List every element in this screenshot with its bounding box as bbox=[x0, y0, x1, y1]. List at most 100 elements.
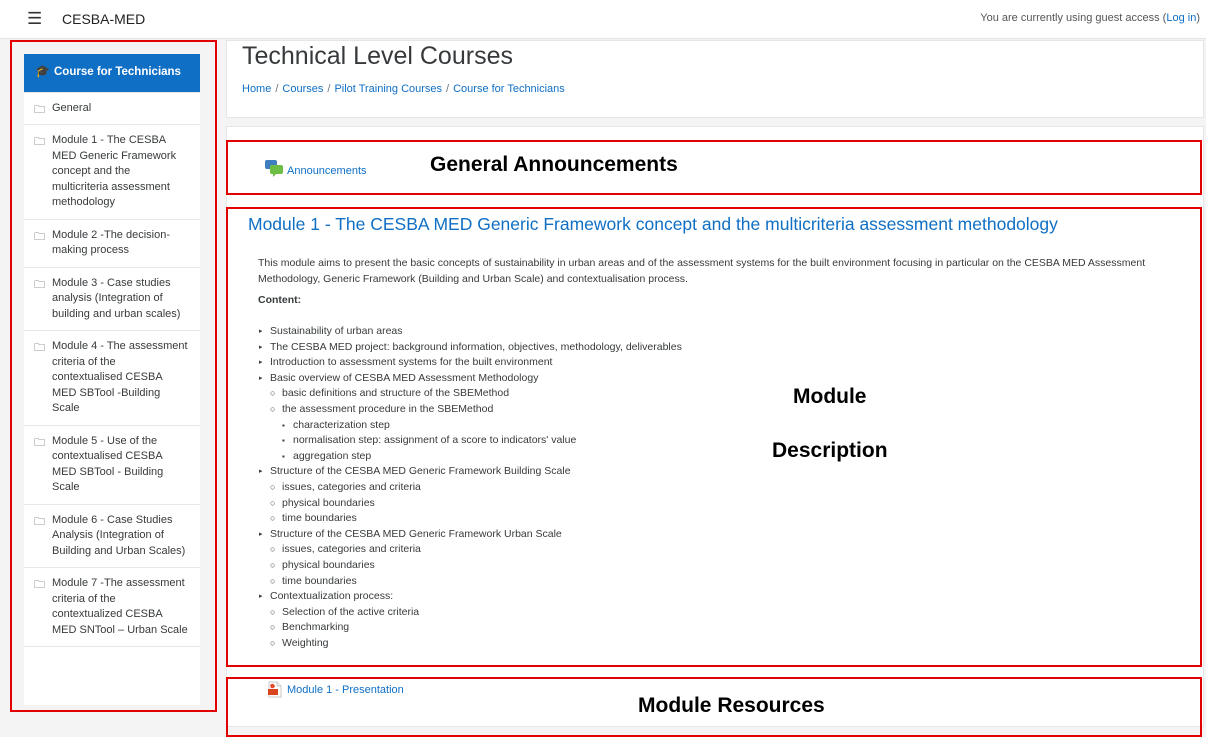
content-list-item-text: normalisation step: assignment of a scor… bbox=[293, 434, 577, 447]
module-intro: This module aims to present the basic co… bbox=[258, 257, 1146, 285]
breadcrumb: Home / Courses / Pilot Training Courses / Cour… bbox=[242, 83, 565, 95]
folder-icon: 🗀 bbox=[34, 277, 45, 291]
bullet-icon: ○ bbox=[270, 388, 276, 399]
bullet-icon: ○ bbox=[270, 544, 276, 555]
breadcrumb-home[interactable]: Home bbox=[242, 83, 271, 95]
content-list-item-text: basic definitions and structure of the S… bbox=[282, 387, 510, 400]
annotation-module-resources: Module Resources bbox=[638, 694, 825, 717]
breadcrumb-pilot-training-courses[interactable]: Pilot Training Courses bbox=[334, 83, 442, 95]
annotation-module: Module bbox=[793, 385, 867, 408]
bullet-icon: ○ bbox=[270, 606, 276, 617]
content-list-item: ○ the assessment procedure in the SBEMeth… bbox=[258, 402, 682, 418]
guest-access-text: You are currently using guest access ( bbox=[980, 12, 1167, 24]
course-navigation-drawer: 🎓 Course for Technicians 🗀 General 🗀 Module… bbox=[24, 54, 200, 705]
bullet-icon: ▸ bbox=[259, 359, 263, 367]
drawer-item-1[interactable]: 🗀 Module 1 - The CESBA MED Generic Framew… bbox=[24, 125, 200, 220]
content-list-item: ▸ Contextualization process: bbox=[258, 589, 682, 605]
folder-icon: 🗀 bbox=[34, 578, 45, 591]
content-label: Content: bbox=[258, 294, 302, 306]
folder-icon: 🗀 bbox=[34, 135, 45, 148]
drawer-item-0[interactable]: 🗀 General bbox=[24, 93, 200, 125]
bullet-icon: ○ bbox=[270, 637, 276, 648]
content-list-item: ▪ normalisation step: assignment of a sco… bbox=[258, 433, 682, 449]
drawer-item-2[interactable]: 🗀 Module 2 -The decision-making process bbox=[24, 220, 200, 268]
bullet-icon: ▸ bbox=[259, 530, 263, 538]
folder-icon: 🗀 bbox=[34, 514, 45, 528]
forum-icon bbox=[265, 160, 283, 177]
bullet-icon: ▪ bbox=[282, 451, 285, 461]
content-list-item: ▸ Structure of the CESBA MED Generic Fram… bbox=[258, 464, 682, 480]
breadcrumb-course-for-technicians[interactable]: Course for Technicians bbox=[453, 83, 565, 95]
drawer-item-label: Module 2 -The decision-making process bbox=[52, 228, 171, 257]
content-list-item-text: The CESBA MED project: background inform… bbox=[270, 340, 682, 353]
login-link[interactable]: Log in bbox=[1166, 12, 1196, 24]
breadcrumb-separator: / bbox=[327, 83, 331, 95]
folder-icon: 🗀 bbox=[34, 341, 45, 354]
drawer-item-5[interactable]: 🗀 Module 5 - Use of the contextualised CE… bbox=[24, 426, 200, 505]
folder-icon: 🗀 bbox=[34, 229, 45, 243]
content-list-item: ○ physical boundaries bbox=[258, 558, 682, 574]
content-list-item: ○ time boundaries bbox=[258, 511, 682, 527]
announcements-link[interactable]: Announcements bbox=[287, 165, 367, 177]
bullet-icon: ○ bbox=[270, 481, 276, 492]
content-list-item-text: Selection of the active criteria bbox=[282, 605, 420, 618]
presentation-link[interactable]: Module 1 - Presentation bbox=[287, 684, 404, 696]
site-name[interactable]: CESBA-MED bbox=[62, 11, 145, 27]
folder-icon: 🗀 bbox=[34, 102, 45, 116]
drawer-item-label: Course for Technicians bbox=[54, 66, 181, 78]
content-list-item-text: Structure of the CESBA MED Generic Frame… bbox=[270, 465, 571, 478]
drawer-item-3[interactable]: 🗀 Module 3 - Case studies analysis (Integ… bbox=[24, 268, 200, 331]
drawer-item-label: Module 3 - Case studies analysis (Integr… bbox=[52, 276, 181, 320]
breadcrumb-separator: / bbox=[446, 83, 450, 95]
drawer-item-4[interactable]: 🗀 Module 4 - The assessment criteria of t… bbox=[24, 331, 200, 426]
bullet-icon: ○ bbox=[270, 497, 276, 508]
content-list-item-text: characterization step bbox=[293, 418, 390, 431]
drawer-item-label: General bbox=[52, 101, 92, 114]
content-list-item: ▸ Basic overview of CESBA MED Assessment … bbox=[258, 371, 682, 387]
content-list-item: ○ Benchmarking bbox=[258, 620, 682, 636]
hamburger-menu-icon[interactable]: ☰ bbox=[27, 9, 42, 29]
drawer-item-course-for-technicians[interactable]: 🎓 Course for Technicians bbox=[24, 54, 200, 93]
content-list-item-text: the assessment procedure in the SBEMetho… bbox=[282, 402, 494, 415]
content-list-item-text: time boundaries bbox=[282, 574, 357, 587]
page-title: Technical Level Courses bbox=[242, 42, 513, 70]
page-header: Technical Level Courses Home / Courses / Pil… bbox=[226, 40, 1204, 118]
content-list-item-text: aggregation step bbox=[293, 449, 372, 462]
content-list-item: ○ issues, categories and criteria bbox=[258, 542, 682, 558]
drawer-item-6[interactable]: 🗀 Module 6 - Case Studies Analysis (Integ… bbox=[24, 505, 200, 568]
drawer-item-7[interactable]: 🗀 Module 7 -The assessment criteria of th… bbox=[24, 568, 200, 647]
content-list-item: ○ physical boundaries bbox=[258, 496, 682, 512]
content-list-item: ○ Weighting bbox=[258, 636, 682, 652]
content-list-item-text: issues, categories and criteria bbox=[282, 480, 421, 493]
bullet-icon: ○ bbox=[270, 559, 276, 570]
bullet-icon: ▸ bbox=[259, 593, 263, 601]
top-navbar: ☰ CESBA-MED You are currently using gues… bbox=[0, 0, 1206, 39]
bullet-icon: ○ bbox=[270, 575, 276, 586]
content-list-item-text: Basic overview of CESBA MED Assessment M… bbox=[270, 371, 539, 384]
general-section-highlight-box bbox=[226, 140, 1202, 195]
drawer-item-label: Module 4 - The assessment criteria of th… bbox=[52, 340, 188, 414]
content-list: ▸ Sustainability of urban areas ▸ The CESBA… bbox=[258, 324, 682, 651]
content-list-item-text: physical boundaries bbox=[282, 558, 375, 571]
annotation-description: Description bbox=[772, 439, 888, 462]
bullet-icon: ▪ bbox=[282, 420, 285, 430]
annotation-general-announcements: General Announcements bbox=[430, 153, 678, 176]
bullet-icon: ▸ bbox=[259, 468, 263, 476]
bullet-icon: ▸ bbox=[259, 343, 263, 351]
graduation-cap-icon: 🎓 bbox=[35, 64, 50, 78]
bullet-icon: ▪ bbox=[282, 436, 285, 446]
breadcrumb-courses[interactable]: Courses bbox=[282, 83, 323, 95]
content-list-item-text: issues, categories and criteria bbox=[282, 543, 421, 556]
folder-icon: 🗀 bbox=[34, 435, 45, 449]
content-list-item: ○ basic definitions and structure of the … bbox=[258, 386, 682, 402]
breadcrumb-separator: / bbox=[275, 83, 279, 95]
content-list-item-text: Contextualization process: bbox=[270, 590, 394, 603]
bullet-icon: ○ bbox=[270, 622, 276, 633]
drawer-item-label: Module 7 -The assessment criteria of the… bbox=[52, 577, 188, 636]
content-list-item: ○ issues, categories and criteria bbox=[258, 480, 682, 496]
content-list-item: ▸ The CESBA MED project: background infor… bbox=[258, 340, 682, 356]
pdf-file-icon bbox=[268, 681, 282, 698]
module-title[interactable]: Module 1 - The CESBA MED Generic Framewo… bbox=[248, 214, 1058, 235]
content-list-item-text: Sustainability of urban areas bbox=[270, 325, 403, 337]
content-list-item: ○ Selection of the active criteria bbox=[258, 605, 682, 621]
